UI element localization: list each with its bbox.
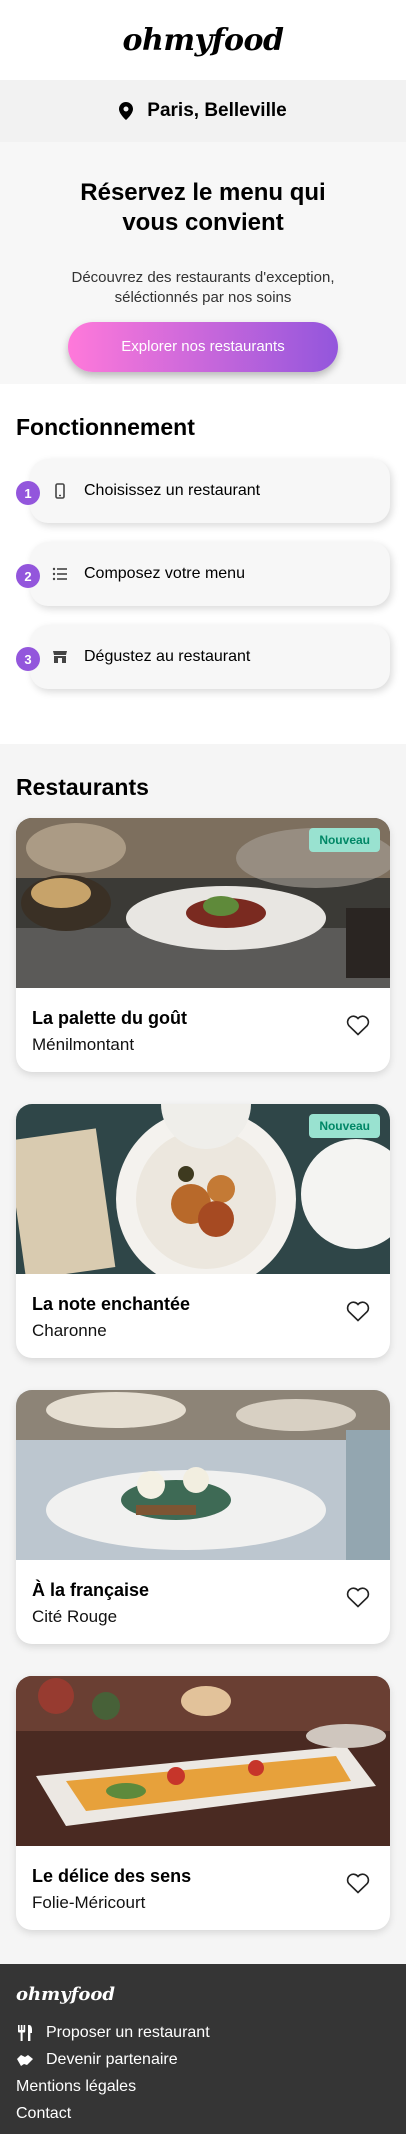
step-label: Composez votre menu: [84, 565, 245, 582]
list-icon: [52, 567, 67, 581]
map-pin-icon: [119, 102, 134, 120]
restaurant-name: La note enchantée: [32, 1294, 191, 1314]
restaurant-card-body: La note enchantée Charonne: [16, 1274, 390, 1358]
step-card: Dégustez au restaurant: [30, 625, 390, 689]
restaurant-area: Cité Rouge: [32, 1607, 118, 1626]
footer-link-label: Contact: [16, 2104, 72, 2122]
restaurant-card-body: Le délice des sens Folie-Méricourt: [16, 1846, 390, 1930]
explore-restaurants-button[interactable]: Explorer nos restaurants: [68, 322, 338, 372]
step-card: Composez votre menu: [30, 542, 390, 606]
restaurant-photo: [16, 1676, 390, 1846]
restaurant-card[interactable]: Nouveau La palette du goût Ménilmontant: [16, 818, 390, 1072]
footer-link-become-partner[interactable]: Devenir partenaire: [16, 2046, 390, 2073]
footer-link-legal[interactable]: Mentions légales: [16, 2073, 390, 2100]
location-label: Paris, Belleville: [147, 100, 287, 121]
heart-icon[interactable]: [346, 1300, 370, 1322]
hero-subtitle: Découvrez des restaurants d'exception, s…: [71, 269, 335, 306]
footer-link-propose-restaurant[interactable]: Proposer un restaurant: [16, 2019, 390, 2046]
step-number: 2: [16, 564, 40, 588]
restaurant-name: Le délice des sens: [32, 1866, 192, 1886]
restaurant-photo: [16, 1390, 390, 1560]
restaurant-area: Folie-Méricourt: [32, 1893, 146, 1912]
restaurant-card-body: À la française Cité Rouge: [16, 1560, 390, 1644]
footer-link-label: Mentions légales: [16, 2077, 137, 2095]
restaurant-name: La palette du goût: [32, 1008, 187, 1028]
utensils-icon: [18, 2024, 32, 2041]
step-number: 1: [16, 481, 40, 505]
footer-logo[interactable]: ohmyfood: [16, 1984, 390, 2005]
step-label: Choisissez un restaurant: [84, 482, 261, 499]
new-badge: Nouveau: [309, 1114, 380, 1138]
restaurant-card[interactable]: Le délice des sens Folie-Méricourt: [16, 1676, 390, 1930]
site-header: ohmyfood: [0, 0, 406, 80]
step-card: Choisissez un restaurant: [30, 459, 390, 523]
mobile-phone-icon: [55, 483, 65, 499]
restaurant-photo: Nouveau: [16, 818, 390, 988]
footer-link-label: Devenir partenaire: [46, 2050, 178, 2068]
restaurant-card[interactable]: À la française Cité Rouge: [16, 1390, 390, 1644]
site-footer: ohmyfood Proposer un restaurant Devenir …: [0, 1964, 406, 2134]
step-2: 2 Composez votre menu: [16, 542, 390, 606]
new-badge: Nouveau: [309, 828, 380, 852]
restaurant-name: À la française: [32, 1580, 150, 1600]
restaurant-area: Charonne: [32, 1321, 107, 1340]
restaurant-card[interactable]: Nouveau La note enchantée Charonne: [16, 1104, 390, 1358]
step-label: Dégustez au restaurant: [84, 648, 251, 665]
location-bar: Paris, Belleville: [0, 80, 406, 142]
heart-icon[interactable]: [346, 1872, 370, 1894]
hero-title: Réservez le menu qui vous convient: [80, 179, 326, 236]
restaurant-photo: Nouveau: [16, 1104, 390, 1274]
step-number: 3: [16, 647, 40, 671]
step-1: 1 Choisissez un restaurant: [16, 459, 390, 523]
restaurants-section: Restaurants Nouveau La palette du goût M…: [0, 744, 406, 1964]
footer-link-contact[interactable]: Contact: [16, 2100, 390, 2127]
how-it-works-section: Fonctionnement 1 Choisissez un restauran…: [0, 384, 406, 744]
ohmyfood-logo[interactable]: ohmyfood: [123, 23, 284, 58]
store-icon: [53, 651, 67, 663]
restaurant-area: Ménilmontant: [32, 1035, 135, 1054]
restaurant-card-body: La palette du goût Ménilmontant: [16, 988, 390, 1072]
handshake-icon: [17, 2054, 33, 2066]
how-it-works-title: Fonctionnement: [16, 414, 195, 440]
hero-section: Réservez le menu qui vous convient Décou…: [0, 142, 406, 384]
step-3: 3 Dégustez au restaurant: [16, 625, 390, 689]
heart-icon[interactable]: [346, 1014, 370, 1036]
restaurants-title: Restaurants: [16, 774, 149, 800]
footer-link-label: Proposer un restaurant: [46, 2023, 210, 2041]
heart-icon[interactable]: [346, 1586, 370, 1608]
